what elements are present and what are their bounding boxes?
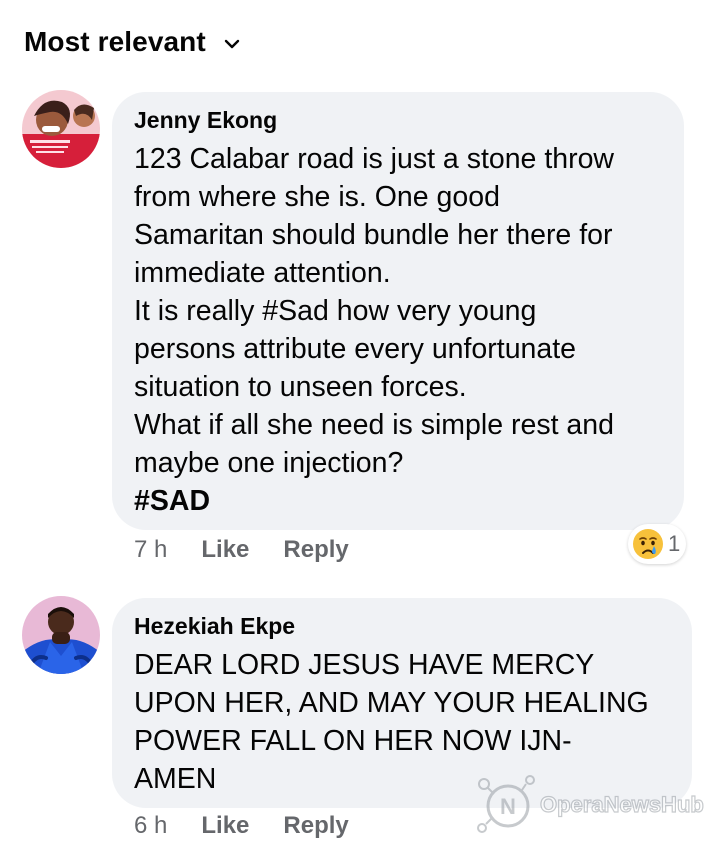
hashtag-line[interactable]: #SAD [134, 482, 662, 520]
avatar-hezekiah-ekpe[interactable] [22, 596, 100, 674]
opera-news-watermark: N OperaNewsHub [472, 770, 712, 840]
reply-button[interactable]: Reply [283, 812, 348, 840]
comment-line: DEAR LORD JESUS HAVE MERCY [134, 649, 595, 681]
crying-face-icon [633, 529, 663, 559]
comment-line: 123 Calabar road is just a stone throw [134, 143, 615, 175]
comment-line: Samaritan should bundle her there for [134, 219, 613, 251]
comment-timestamp[interactable]: 6 h [134, 812, 167, 840]
comment-author[interactable]: Hezekiah Ekpe [134, 612, 670, 640]
comment-text: 123 Calabar road is just a stone throw f… [134, 140, 662, 520]
comment-line: from where she is. One good [134, 181, 500, 213]
like-button[interactable]: Like [201, 812, 249, 840]
comment-line: persons attribute every unfortunate [134, 333, 577, 365]
comment-line: What if all she need is simple rest and [134, 409, 614, 441]
comment-line: maybe one injection? [134, 447, 404, 479]
reaction-badge[interactable]: 1 [628, 524, 687, 564]
chevron-down-icon [224, 39, 239, 49]
comment-line: situation to unseen forces. [134, 371, 467, 403]
comment-bubble: Jenny Ekong 123 Calabar road is just a s… [112, 92, 684, 530]
comment-line: UPON HER, AND MAY YOUR HEALING [134, 687, 649, 719]
comment-meta: 6 h Like Reply [134, 812, 349, 840]
avatar-jenny-ekong[interactable] [22, 90, 100, 168]
watermark-text: OperaNewsHub [539, 791, 704, 817]
reply-button[interactable]: Reply [283, 536, 348, 564]
sort-dropdown[interactable]: Most relevant [24, 26, 240, 58]
comment-line: It is really #Sad how very young [134, 295, 537, 327]
like-button[interactable]: Like [201, 536, 249, 564]
comment-line: POWER FALL ON HER NOW IJN- [134, 725, 572, 757]
reaction-count: 1 [668, 531, 681, 556]
comment-line: immediate attention. [134, 257, 391, 289]
comment-meta: 7 h Like Reply [134, 536, 349, 564]
svg-text:N: N [500, 794, 516, 819]
comment-author[interactable]: Jenny Ekong [134, 106, 662, 134]
opera-news-logo-icon: N [477, 775, 535, 833]
sort-label: Most relevant [24, 26, 206, 57]
comment-timestamp[interactable]: 7 h [134, 536, 167, 564]
